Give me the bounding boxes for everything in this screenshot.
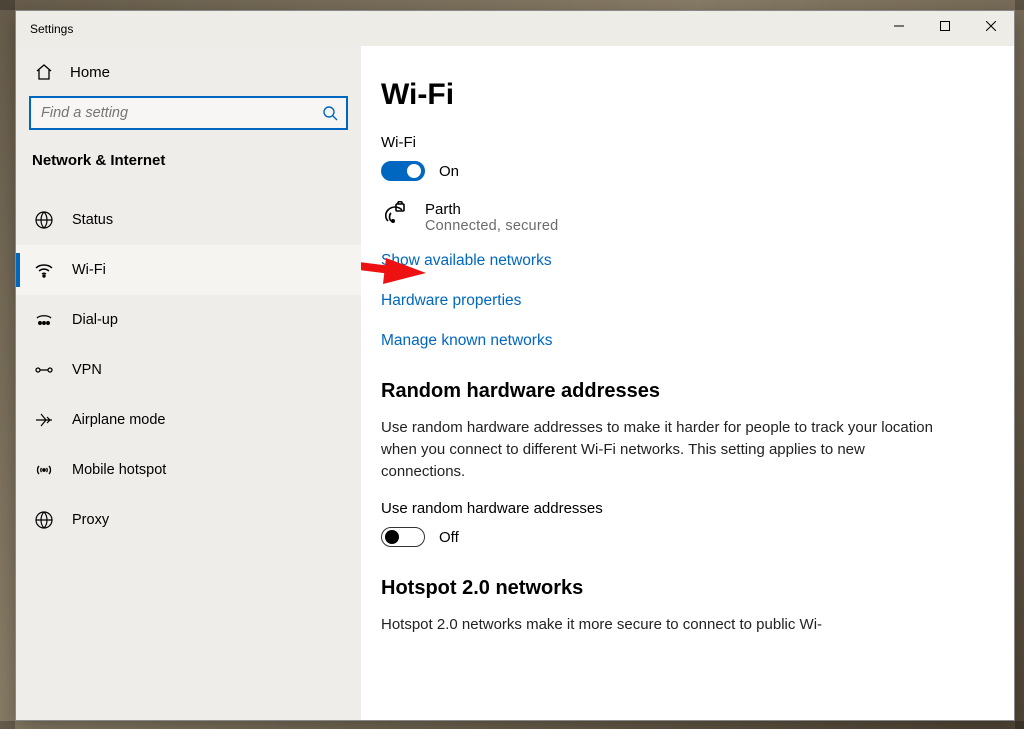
maximize-icon bbox=[940, 21, 950, 31]
network-status: Connected, secured bbox=[425, 218, 558, 234]
sidebar-item-label: Dial-up bbox=[72, 312, 118, 328]
link-show-available-networks[interactable]: Show available networks bbox=[381, 252, 984, 270]
random-hw-toggle[interactable] bbox=[381, 527, 425, 547]
sidebar-item-airplane-mode[interactable]: Airplane mode bbox=[16, 395, 361, 445]
random-hw-description: Use random hardware addresses to make it… bbox=[381, 417, 951, 482]
proxy-icon bbox=[34, 510, 54, 530]
sidebar-item-label: Mobile hotspot bbox=[72, 462, 166, 478]
home-icon bbox=[34, 62, 54, 82]
wifi-icon bbox=[34, 260, 54, 280]
sidebar: Home Network & Internet bbox=[16, 46, 361, 720]
sidebar-item-status[interactable]: Status bbox=[16, 195, 361, 245]
settings-window: Settings Home bbox=[15, 10, 1015, 721]
random-hw-toggle-label: Use random hardware addresses bbox=[381, 500, 984, 517]
sidebar-section-label: Network & Internet bbox=[16, 136, 361, 183]
sidebar-item-proxy[interactable]: Proxy bbox=[16, 495, 361, 545]
sidebar-home[interactable]: Home bbox=[16, 52, 361, 92]
hotspot-icon bbox=[34, 460, 54, 480]
dialup-icon bbox=[34, 310, 54, 330]
search-box[interactable] bbox=[29, 96, 348, 130]
status-icon bbox=[34, 210, 54, 230]
current-network[interactable]: Parth Connected, secured bbox=[381, 201, 984, 234]
hotspot2-description: Hotspot 2.0 networks make it more secure… bbox=[381, 614, 951, 636]
sidebar-home-label: Home bbox=[70, 64, 110, 81]
sidebar-item-label: Wi-Fi bbox=[72, 262, 106, 278]
link-hardware-properties[interactable]: Hardware properties bbox=[381, 292, 984, 310]
content-pane: Wi-Fi Wi-Fi On bbox=[361, 46, 1014, 720]
sidebar-item-label: Airplane mode bbox=[72, 412, 166, 428]
sidebar-item-vpn[interactable]: VPN bbox=[16, 345, 361, 395]
minimize-button[interactable] bbox=[876, 11, 922, 41]
vpn-icon bbox=[34, 360, 54, 380]
random-hw-toggle-state: Off bbox=[439, 529, 459, 546]
close-button[interactable] bbox=[968, 11, 1014, 41]
wifi-toggle-label: Wi-Fi bbox=[381, 134, 984, 151]
search-input[interactable] bbox=[41, 105, 322, 121]
link-manage-known-networks[interactable]: Manage known networks bbox=[381, 332, 984, 350]
network-name: Parth bbox=[425, 201, 558, 218]
minimize-icon bbox=[894, 21, 904, 31]
sidebar-item-label: Status bbox=[72, 212, 113, 228]
sidebar-nav: Status Wi-Fi Dial-up bbox=[16, 195, 361, 545]
titlebar: Settings bbox=[16, 11, 1014, 46]
close-icon bbox=[986, 21, 996, 31]
window-title: Settings bbox=[30, 22, 73, 36]
search-icon bbox=[322, 105, 338, 121]
sidebar-item-label: Proxy bbox=[72, 512, 109, 528]
random-hw-title: Random hardware addresses bbox=[381, 380, 984, 403]
window-controls bbox=[876, 11, 1014, 46]
sidebar-item-dialup[interactable]: Dial-up bbox=[16, 295, 361, 345]
wifi-toggle-state: On bbox=[439, 163, 459, 180]
secured-wifi-icon bbox=[381, 201, 409, 229]
maximize-button[interactable] bbox=[922, 11, 968, 41]
sidebar-item-mobile-hotspot[interactable]: Mobile hotspot bbox=[16, 445, 361, 495]
hotspot2-title: Hotspot 2.0 networks bbox=[381, 577, 984, 600]
sidebar-item-label: VPN bbox=[72, 362, 102, 378]
wifi-toggle[interactable] bbox=[381, 161, 425, 181]
sidebar-item-wifi[interactable]: Wi-Fi bbox=[16, 245, 361, 295]
page-title: Wi-Fi bbox=[381, 78, 984, 112]
airplane-icon bbox=[34, 410, 54, 430]
